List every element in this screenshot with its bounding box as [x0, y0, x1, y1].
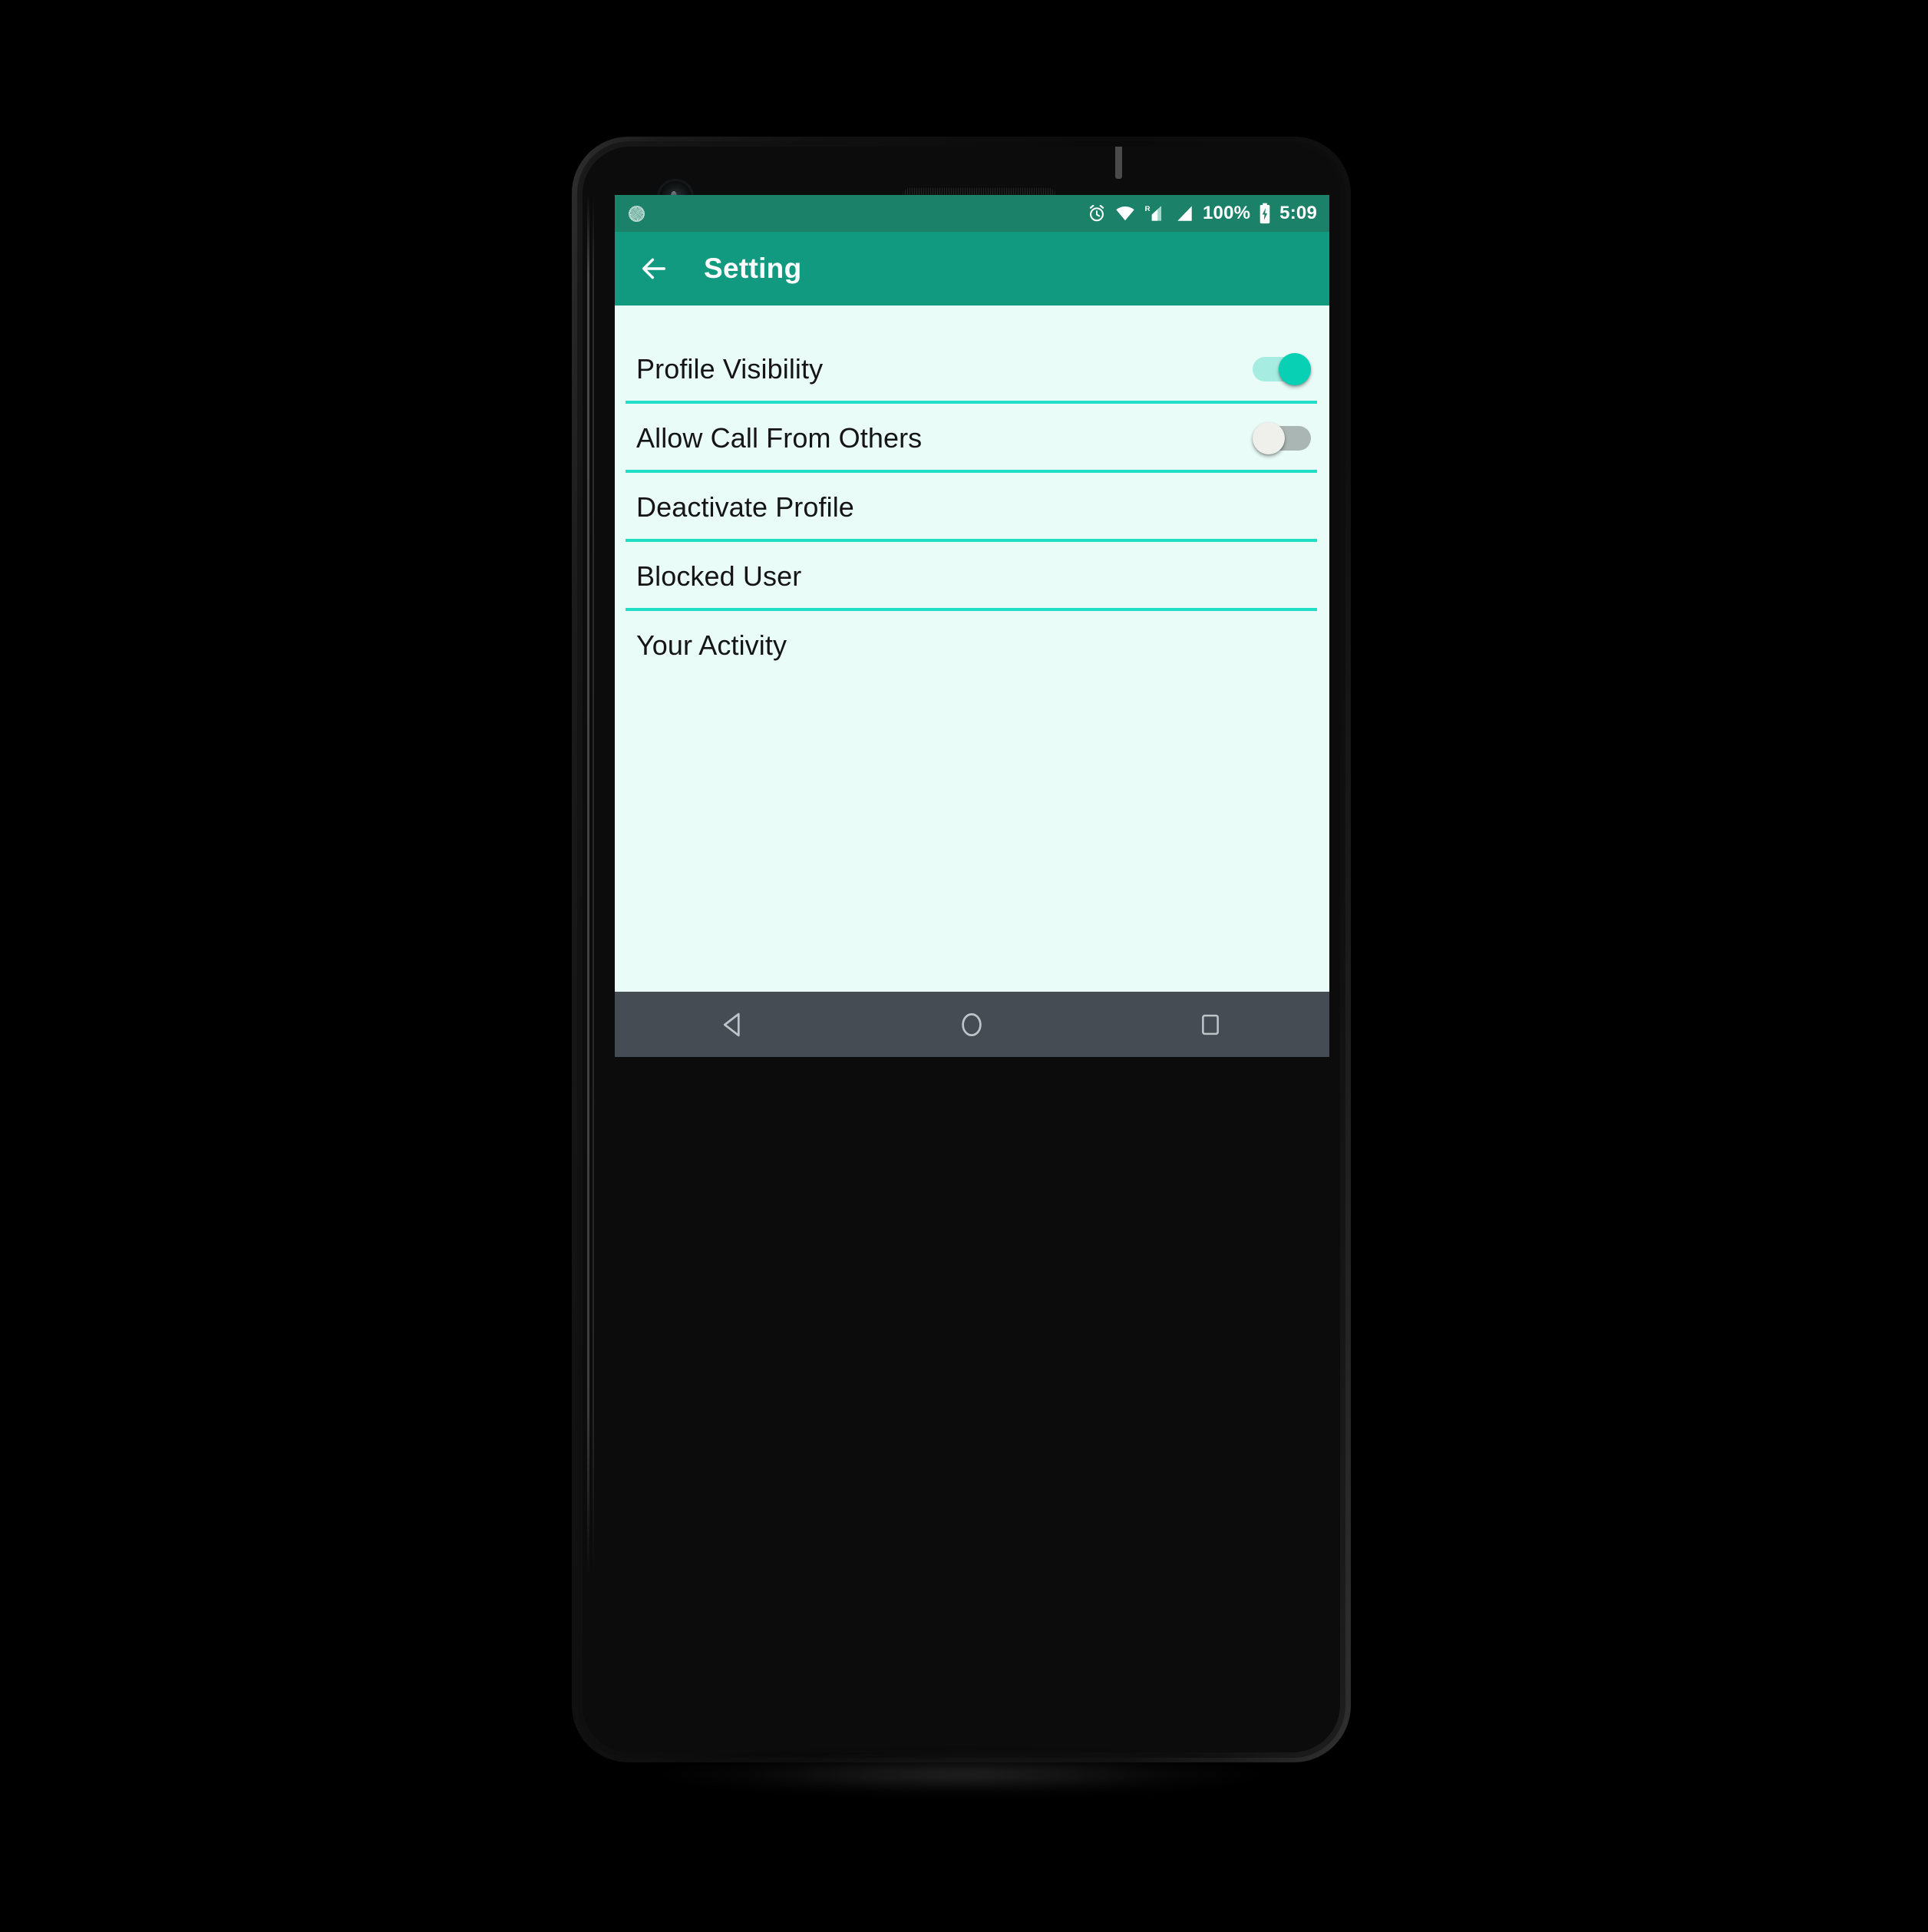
back-triangle-icon [724, 1012, 740, 1036]
setting-row-profile-visibility[interactable]: Profile Visibility [626, 335, 1319, 404]
bezel-rail-left-inner [593, 194, 594, 1576]
phone-front-face: R 100% 5:09 Setting Profile Visibility A… [583, 147, 1340, 1752]
sync-notification-icon [629, 205, 645, 222]
setting-label: Allow Call From Others [636, 422, 923, 454]
setting-row-deactivate-profile[interactable]: Deactivate Profile [626, 473, 1319, 542]
toggle-thumb [1279, 353, 1311, 385]
phone-screen: R 100% 5:09 Setting Profile Visibility A… [615, 195, 1329, 992]
bezel-rail-left [587, 194, 589, 1576]
device-drop-shadow [659, 1754, 1265, 1795]
status-bar: R 100% 5:09 [615, 195, 1329, 232]
toggle-thumb [1253, 422, 1285, 454]
battery-charging-icon [1259, 203, 1270, 224]
alarm-icon [1089, 204, 1104, 222]
settings-list: Profile Visibility Allow Call From Other… [615, 305, 1329, 992]
allow-call-toggle[interactable] [1253, 422, 1311, 454]
signal-roaming-icon: R [1145, 205, 1162, 221]
battery-percent-label: 100% [1202, 203, 1251, 223]
setting-row-blocked-user[interactable]: Blocked User [626, 542, 1319, 611]
status-bar-system-icons: R 100% 5:09 [1087, 203, 1317, 224]
home-circle-icon [962, 1012, 982, 1036]
status-bar-clock: 5:09 [1279, 203, 1317, 223]
back-arrow-icon[interactable] [632, 246, 676, 291]
recents-square-icon [1201, 1014, 1219, 1035]
setting-label: Profile Visibility [636, 353, 824, 385]
phone-device: R 100% 5:09 Setting Profile Visibility A… [572, 137, 1351, 1762]
app-toolbar: Setting [615, 232, 1329, 305]
nav-recents-button[interactable] [1168, 992, 1253, 1057]
setting-row-allow-call-from-others[interactable]: Allow Call From Others [626, 404, 1319, 473]
page-title: Setting [704, 253, 802, 284]
setting-label: Deactivate Profile [636, 491, 854, 523]
setting-row-your-activity[interactable]: Your Activity [626, 611, 1319, 680]
antenna-band [1115, 147, 1122, 179]
signal-icon [1177, 206, 1192, 221]
nav-home-button[interactable] [929, 992, 1014, 1057]
status-bar-notifications [629, 205, 645, 222]
profile-visibility-toggle[interactable] [1253, 353, 1311, 385]
android-navigation-bar [615, 992, 1329, 1057]
setting-label: Your Activity [636, 629, 787, 661]
svg-text:R: R [1145, 205, 1151, 213]
nav-back-button[interactable] [692, 992, 776, 1057]
wifi-icon [1116, 206, 1134, 221]
setting-label: Blocked User [636, 560, 802, 592]
